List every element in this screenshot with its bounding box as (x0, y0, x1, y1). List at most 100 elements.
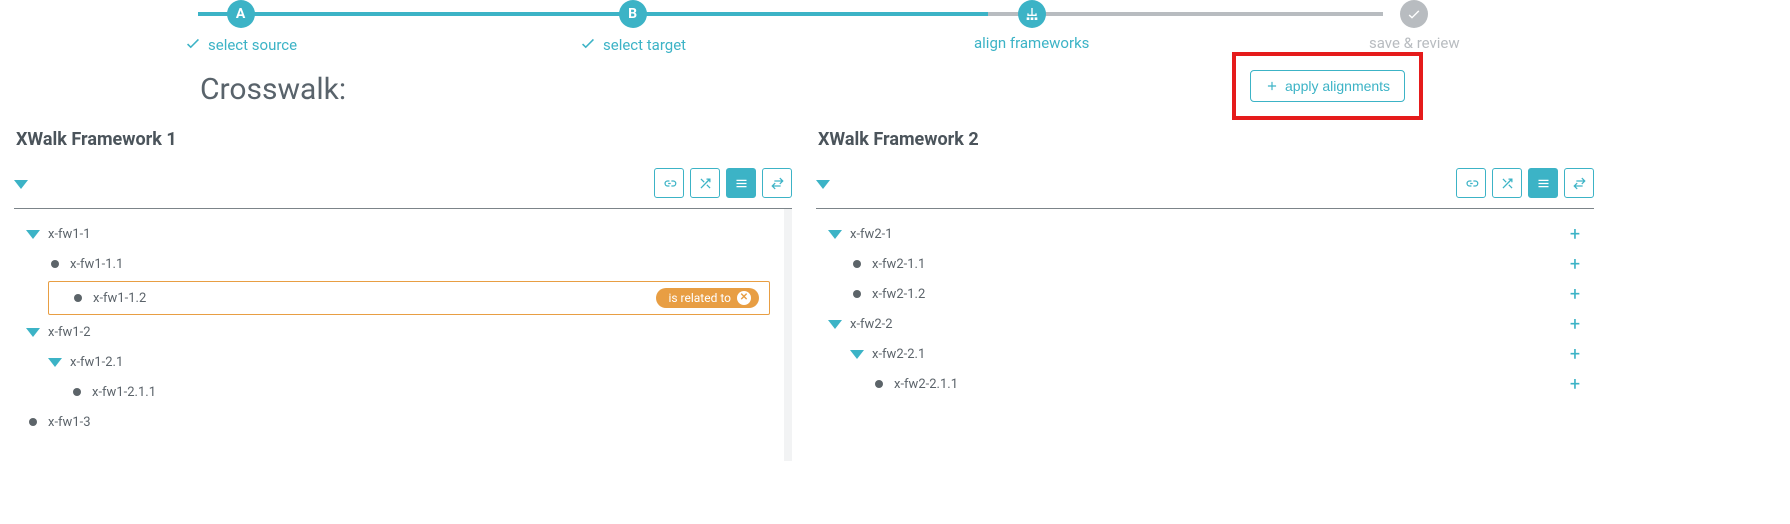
add-alignment-button[interactable]: + (1566, 374, 1590, 395)
check-icon (579, 34, 597, 56)
swap-icon (770, 176, 785, 191)
target-toolbar (816, 164, 1594, 209)
tree-node[interactable]: x-fw2-2 + (816, 309, 1594, 339)
node-label: x-fw1-2 (48, 325, 91, 340)
expander[interactable] (48, 358, 62, 367)
step-select-target[interactable]: B select target (579, 0, 686, 56)
plus-icon (1265, 79, 1279, 93)
remove-relation-button[interactable]: ✕ (737, 291, 751, 305)
list-view-button[interactable] (726, 168, 756, 198)
shuffle-icon (1500, 176, 1515, 191)
source-framework-panel: XWalk Framework 1 x-fw1-1 x-fw1-1.1 (14, 129, 792, 437)
tree-node[interactable]: x-fw1-2.1 (14, 347, 792, 377)
source-framework-title: XWalk Framework 1 (16, 129, 792, 150)
step-select-source[interactable]: A select source (184, 0, 297, 56)
apply-alignments-button[interactable]: apply alignments (1250, 70, 1405, 102)
caret-down-icon (14, 180, 28, 189)
shuffle-button[interactable] (690, 168, 720, 198)
hierarchy-icon (1024, 6, 1040, 22)
shuffle-icon (698, 176, 713, 191)
list-view-button[interactable] (1528, 168, 1558, 198)
add-alignment-button[interactable]: + (1566, 224, 1590, 245)
node-label: x-fw2-2.1 (872, 347, 925, 362)
shuffle-button[interactable] (1492, 168, 1522, 198)
tree-node[interactable]: x-fw1-3 (14, 407, 792, 437)
list-icon (734, 176, 749, 191)
source-tree: x-fw1-1 x-fw1-1.1 x-fw1-1.2 is related t… (14, 209, 792, 437)
tree-node[interactable]: x-fw2-1 + (816, 219, 1594, 249)
check-icon (1406, 6, 1422, 22)
step-label-text-align: align frameworks (974, 34, 1089, 52)
bullet-icon (73, 388, 81, 396)
add-alignment-button[interactable]: + (1566, 314, 1590, 335)
expander (872, 380, 886, 388)
target-tree: x-fw2-1 + x-fw2-1.1 + x-fw2-1.2 + x-fw2-… (816, 209, 1594, 399)
step-save-review: save & review (1369, 0, 1460, 52)
node-label: x-fw2-1.1 (872, 257, 925, 272)
expander (48, 260, 62, 268)
step-label-align: align frameworks (974, 34, 1089, 52)
relation-tag[interactable]: is related to ✕ (656, 288, 759, 308)
add-alignment-button[interactable]: + (1566, 344, 1590, 365)
caret-down-icon (850, 350, 864, 359)
step-label-text-source: select source (208, 36, 297, 54)
node-label: x-fw1-2.1 (70, 355, 123, 370)
source-toolbar (14, 164, 792, 209)
link-view-button[interactable] (654, 168, 684, 198)
add-alignment-button[interactable]: + (1566, 254, 1590, 275)
link-view-button[interactable] (1456, 168, 1486, 198)
tree-node[interactable]: x-fw2-2.1.1 + (816, 369, 1594, 399)
check-icon (184, 34, 202, 56)
collapse-all-button[interactable] (14, 174, 28, 193)
caret-down-icon (828, 320, 842, 329)
swap-icon (1572, 176, 1587, 191)
expander[interactable] (26, 328, 40, 337)
expander[interactable] (828, 230, 842, 239)
node-label: x-fw1-3 (48, 415, 91, 430)
framework-panels: XWalk Framework 1 x-fw1-1 x-fw1-1.1 (0, 129, 1790, 457)
tree-node[interactable]: x-fw2-1.2 + (816, 279, 1594, 309)
step-badge-align (1018, 0, 1046, 28)
tree-node[interactable]: x-fw2-1.1 + (816, 249, 1594, 279)
expander (71, 294, 85, 302)
bullet-icon (853, 260, 861, 268)
caret-down-icon (828, 230, 842, 239)
tree-node[interactable]: x-fw1-2 (14, 317, 792, 347)
target-tool-group (1456, 168, 1594, 198)
caret-down-icon (816, 180, 830, 189)
expander[interactable] (828, 320, 842, 329)
step-label-save: save & review (1369, 34, 1460, 52)
step-label-text-target: select target (603, 36, 686, 54)
node-label: x-fw2-1.2 (872, 287, 925, 302)
collapse-all-button[interactable] (816, 174, 830, 193)
tree-node[interactable]: x-fw2-2.1 + (816, 339, 1594, 369)
step-label-source: select source (184, 34, 297, 56)
swap-button[interactable] (762, 168, 792, 198)
link-icon (1464, 176, 1479, 191)
expander (26, 418, 40, 426)
step-align-frameworks[interactable]: align frameworks (974, 0, 1089, 52)
node-label: x-fw1-1.1 (70, 257, 123, 272)
tree-node-selected[interactable]: x-fw1-1.2 is related to ✕ (48, 281, 770, 315)
swap-button[interactable] (1564, 168, 1594, 198)
tree-node[interactable]: x-fw1-1.1 (14, 249, 792, 279)
tree-node[interactable]: x-fw1-1 (14, 219, 792, 249)
step-label-text-save: save & review (1369, 34, 1460, 52)
link-icon (662, 176, 677, 191)
expander[interactable] (850, 350, 864, 359)
caret-down-icon (48, 358, 62, 367)
expander[interactable] (26, 230, 40, 239)
expander (850, 290, 864, 298)
add-alignment-button[interactable]: + (1566, 284, 1590, 305)
node-label: x-fw1-1.2 (93, 291, 146, 306)
bullet-icon (853, 290, 861, 298)
tree-node[interactable]: x-fw1-2.1.1 (14, 377, 792, 407)
step-badge-save (1400, 0, 1428, 28)
crosswalk-header: Crosswalk: apply alignments (0, 72, 1790, 129)
expander (850, 260, 864, 268)
bullet-icon (875, 380, 883, 388)
target-framework-title: XWalk Framework 2 (818, 129, 1594, 150)
node-label: x-fw1-2.1.1 (92, 385, 156, 400)
node-label: x-fw2-2.1.1 (894, 377, 958, 392)
bullet-icon (51, 260, 59, 268)
